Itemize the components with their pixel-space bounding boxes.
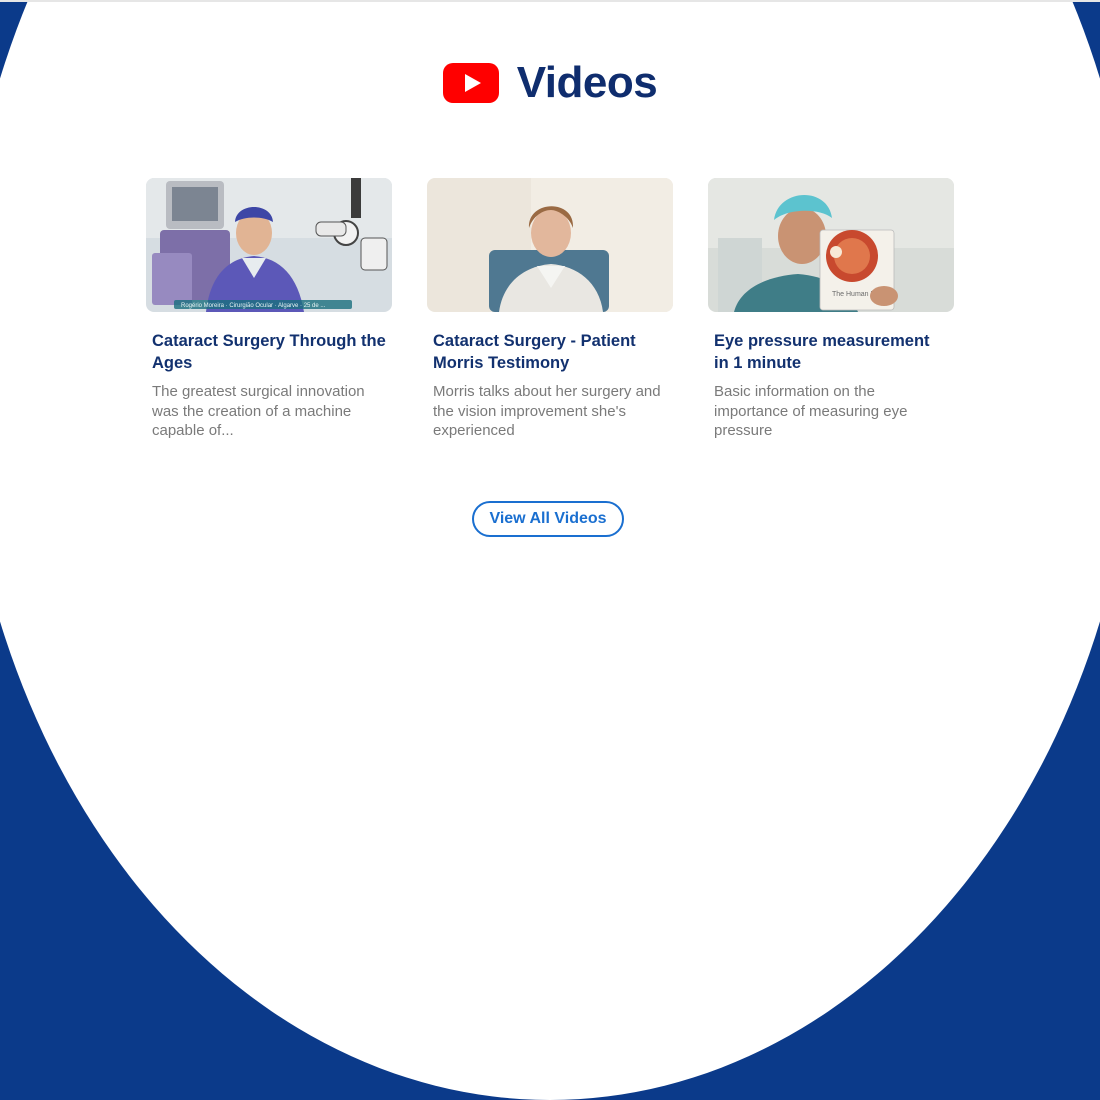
section-header: Videos (0, 55, 1100, 111)
view-all-videos-button[interactable]: View All Videos (472, 501, 624, 537)
video-description: Morris talks about her surgery and the v… (433, 383, 661, 439)
video-title[interactable]: Cataract Surgery Through the Ages (152, 330, 386, 374)
video-card[interactable]: The Human Eye Eye pressure measurement i… (708, 178, 954, 441)
video-title[interactable]: Eye pressure measurement in 1 minute (714, 330, 948, 374)
video-thumbnail[interactable] (427, 178, 673, 312)
video-card[interactable]: Cataract Surgery - Patient Morris Testim… (427, 178, 673, 441)
top-divider (0, 0, 1100, 2)
video-card[interactable]: Rogério Moreira · Cirurgião Ocular · Alg… (146, 178, 392, 441)
section-title: Videos (516, 58, 658, 107)
youtube-icon (442, 63, 499, 103)
thumbnail-caption: Rogério Moreira · Cirurgião Ocular · Alg… (181, 303, 326, 309)
video-thumbnail-image: Rogério Moreira · Cirurgião Ocular · Alg… (146, 178, 392, 312)
video-description: Basic information on the importance of m… (714, 383, 908, 439)
video-description: The greatest surgical innovation was the… (152, 383, 365, 439)
video-thumbnail[interactable]: The Human Eye (708, 178, 954, 312)
video-list: Rogério Moreira · Cirurgião Ocular · Alg… (146, 178, 954, 441)
video-thumbnail-image: The Human Eye (708, 178, 954, 312)
video-thumbnail-image (427, 178, 673, 312)
videos-section: Videos Rogério Moreira · Cirurgião Ocula… (0, 0, 1100, 550)
video-thumbnail[interactable]: Rogério Moreira · Cirurgião Ocular · Alg… (146, 178, 392, 312)
video-title[interactable]: Cataract Surgery - Patient Morris Testim… (433, 330, 667, 374)
